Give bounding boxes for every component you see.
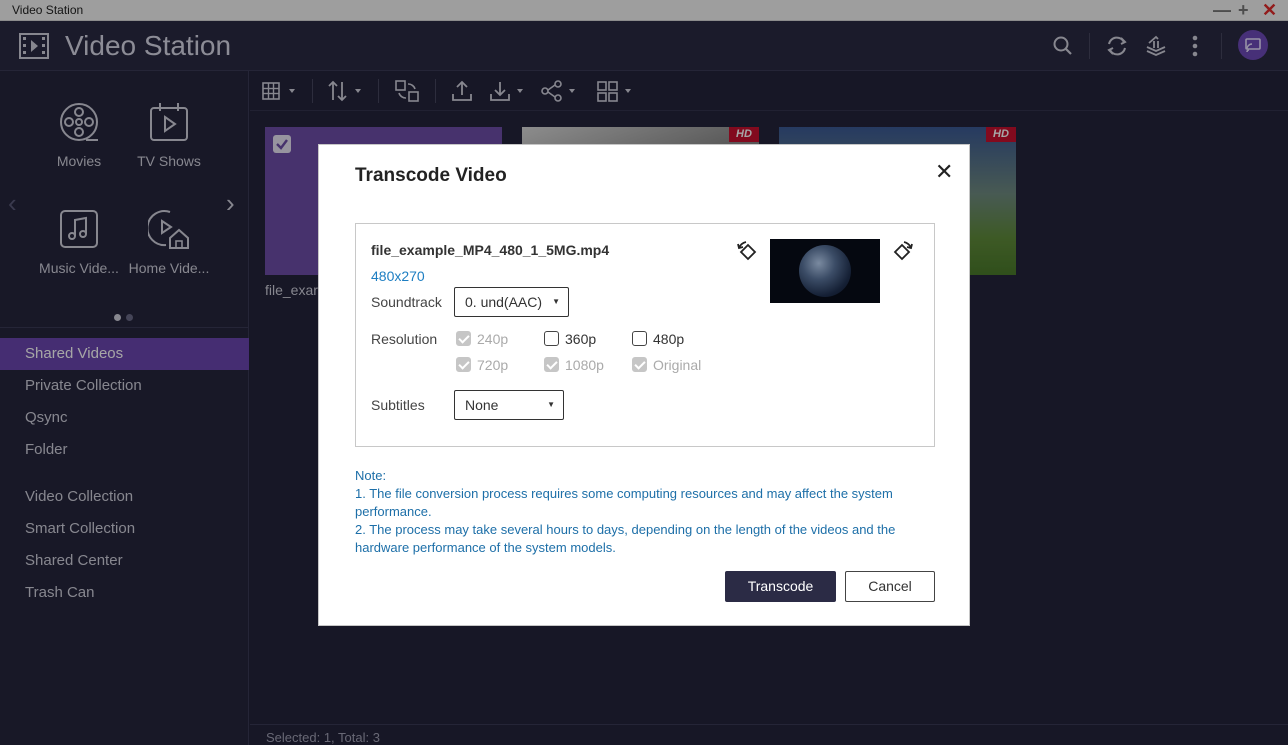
option-240p: 240p xyxy=(456,331,508,347)
option-label: 240p xyxy=(477,331,509,347)
checkbox[interactable] xyxy=(632,331,647,346)
option-480p[interactable]: 480p xyxy=(632,331,684,347)
video-preview xyxy=(770,239,880,303)
checkbox[interactable] xyxy=(544,331,559,346)
option-label: 1080p xyxy=(565,357,604,373)
note-line-2: 2. The process may take several hours to… xyxy=(355,522,896,555)
dialog-title: Transcode Video xyxy=(355,165,507,186)
checkbox xyxy=(544,357,559,372)
note-line-1: 1. The file conversion process requires … xyxy=(355,486,893,519)
note-title: Note: xyxy=(355,468,387,483)
option-360p[interactable]: 360p xyxy=(544,331,596,347)
close-icon[interactable]: ✕ xyxy=(935,161,953,183)
checkbox xyxy=(632,357,647,372)
chevron-down-icon: ▼ xyxy=(552,297,560,306)
subtitles-label: Subtitles xyxy=(371,397,425,413)
option-720p: 720p xyxy=(456,357,508,373)
option-label: Original xyxy=(653,357,702,373)
option-label: 360p xyxy=(565,331,597,347)
soundtrack-label: Soundtrack xyxy=(371,294,442,310)
file-name: file_example_MP4_480_1_5MG.mp4 xyxy=(371,242,610,258)
option-label: 720p xyxy=(477,357,509,373)
rotate-right-icon[interactable] xyxy=(890,240,914,264)
earth-image xyxy=(799,245,851,297)
transcode-dialog: Transcode Video ✕ file_example_MP4_480_1… xyxy=(318,144,970,626)
file-resolution: 480x270 xyxy=(371,268,425,284)
transcode-options-panel: file_example_MP4_480_1_5MG.mp4 480x270 S… xyxy=(355,223,935,447)
subtitles-select[interactable]: None ▼ xyxy=(454,390,564,420)
transcode-button[interactable]: Transcode xyxy=(725,571,836,602)
chevron-down-icon: ▼ xyxy=(547,400,555,409)
rotate-left-icon[interactable] xyxy=(736,240,760,264)
soundtrack-value: 0. und(AAC) xyxy=(465,294,543,310)
cancel-button[interactable]: Cancel xyxy=(845,571,935,602)
resolution-label: Resolution xyxy=(371,331,438,347)
checkbox xyxy=(456,331,471,346)
subtitles-value: None xyxy=(465,397,499,413)
option-original: Original xyxy=(632,357,701,373)
soundtrack-select[interactable]: 0. und(AAC) ▼ xyxy=(454,287,569,317)
option-1080p: 1080p xyxy=(544,357,604,373)
option-label: 480p xyxy=(653,331,685,347)
checkbox xyxy=(456,357,471,372)
